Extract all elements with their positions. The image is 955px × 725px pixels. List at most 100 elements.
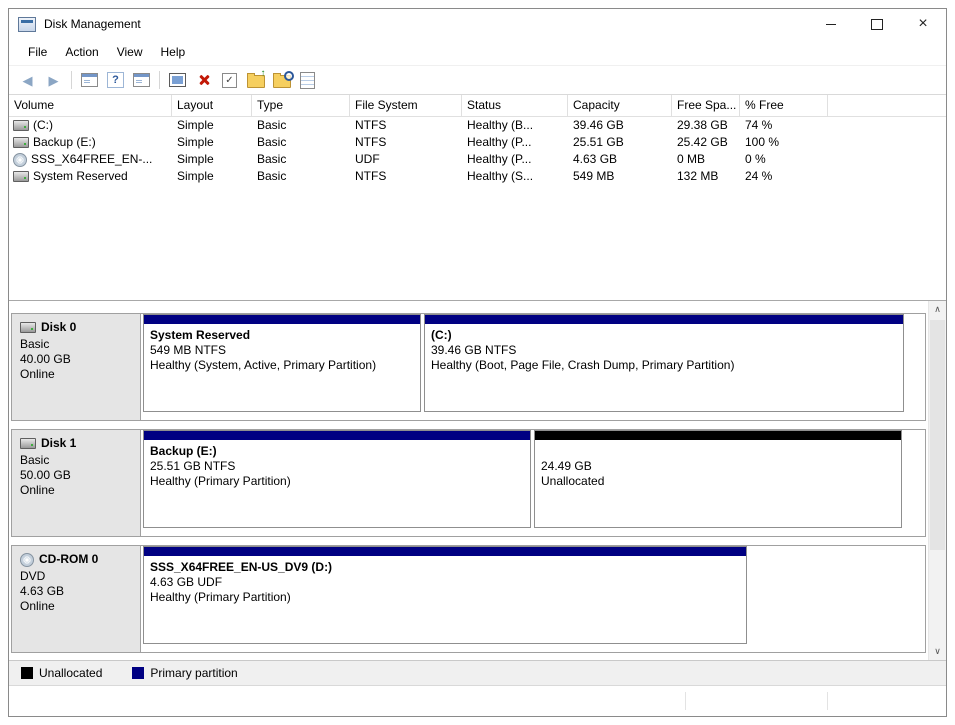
drive-icon: [13, 120, 29, 131]
delete-volume-icon: [198, 74, 210, 86]
column-header-filler: [828, 95, 946, 116]
disk-management-window: Disk Management × File Action View Help …: [8, 8, 947, 717]
volume-layout: Simple: [172, 151, 252, 168]
volume-status: Healthy (B...: [462, 117, 568, 134]
monitor-button[interactable]: [165, 68, 190, 92]
disk-0-info[interactable]: Disk 0 Basic 40.00 GB Online: [12, 314, 141, 420]
unallocated-label: Unallocated: [39, 666, 102, 680]
volume-file-system: UDF: [350, 151, 462, 168]
explore-folder-button[interactable]: [269, 68, 294, 92]
volume-name: Backup (E:): [33, 134, 96, 151]
volume-type: Basic: [252, 117, 350, 134]
forward-icon: ▶: [49, 74, 59, 87]
volume-file-system: NTFS: [350, 117, 462, 134]
action-pane-icon: [133, 73, 150, 87]
volume-status: Healthy (P...: [462, 151, 568, 168]
toolbar-separator: [71, 71, 72, 89]
disk-status: Online: [20, 367, 140, 382]
magnifier-icon: [284, 71, 294, 81]
primary-partition-bar: [144, 431, 530, 440]
partition-status: Unallocated: [541, 474, 895, 489]
drive-icon: [13, 137, 29, 148]
show-console-tree-button[interactable]: [77, 68, 102, 92]
statusbar-divider: [827, 692, 828, 710]
window-controls: ×: [808, 9, 946, 39]
column-header-file-system[interactable]: File System: [350, 95, 462, 116]
scroll-down-button[interactable]: ∨: [929, 643, 946, 660]
scrollbar-track[interactable]: [929, 318, 946, 643]
volume-row-backup[interactable]: Backup (E:) Simple Basic NTFS Healthy (P…: [9, 134, 946, 151]
volume-table-header: Volume Layout Type File System Status Ca…: [9, 95, 946, 117]
unallocated-space[interactable]: 24.49 GB Unallocated: [534, 430, 902, 528]
forward-button[interactable]: ▶: [41, 68, 66, 92]
properties-button[interactable]: [295, 68, 320, 92]
column-header-free-space[interactable]: Free Spa...: [672, 95, 740, 116]
column-header-type[interactable]: Type: [252, 95, 350, 116]
maximize-button[interactable]: [854, 9, 900, 39]
primary-partition-bar: [144, 315, 420, 324]
volume-file-system: NTFS: [350, 134, 462, 151]
volume-type: Basic: [252, 134, 350, 151]
volume-type: Basic: [252, 168, 350, 185]
partition-system-reserved[interactable]: System Reserved 549 MB NTFS Healthy (Sys…: [143, 314, 421, 412]
partition-name: Backup (E:): [150, 444, 524, 459]
partition-dvd-d[interactable]: SSS_X64FREE_EN-US_DV9 (D:) 4.63 GB UDF H…: [143, 546, 747, 644]
volume-status: Healthy (P...: [462, 134, 568, 151]
volume-free-space: 132 MB: [672, 168, 740, 185]
partition-backup-e[interactable]: Backup (E:) 25.51 GB NTFS Healthy (Prima…: [143, 430, 531, 528]
partition-name: [541, 444, 895, 459]
partition-c-drive[interactable]: (C:) 39.46 GB NTFS Healthy (Boot, Page F…: [424, 314, 904, 412]
close-button[interactable]: ×: [900, 9, 946, 39]
volume-row-dvd[interactable]: SSS_X64FREE_EN-... Simple Basic UDF Heal…: [9, 151, 946, 168]
scroll-up-button[interactable]: ∧: [929, 301, 946, 318]
primary-partition-bar: [144, 547, 746, 556]
menu-file[interactable]: File: [19, 41, 56, 63]
scrollbar-thumb[interactable]: [930, 320, 945, 550]
partition-name: (C:): [431, 328, 897, 343]
volume-list-pane: Volume Layout Type File System Status Ca…: [9, 95, 946, 301]
console-tree-icon: [81, 73, 98, 87]
volume-row-c[interactable]: (C:) Simple Basic NTFS Healthy (B... 39.…: [9, 117, 946, 134]
menu-action[interactable]: Action: [56, 41, 107, 63]
cdrom-0-info[interactable]: CD-ROM 0 DVD 4.63 GB Online: [12, 546, 141, 652]
volume-name: System Reserved: [33, 168, 128, 185]
disk-size: 50.00 GB: [20, 468, 140, 483]
graphical-view-pane: Disk 0 Basic 40.00 GB Online System Rese…: [9, 301, 946, 660]
statusbar-divider: [685, 692, 686, 710]
column-header-volume[interactable]: Volume: [9, 95, 172, 116]
volume-status: Healthy (S...: [462, 168, 568, 185]
primary-partition-swatch: [132, 667, 144, 679]
disk-type: Basic: [20, 337, 140, 352]
disk-size: 4.63 GB: [20, 584, 140, 599]
delete-volume-button[interactable]: [191, 68, 216, 92]
menubar: File Action View Help: [9, 39, 946, 66]
column-header-capacity[interactable]: Capacity: [568, 95, 672, 116]
disk-0-partitions: System Reserved 549 MB NTFS Healthy (Sys…: [141, 314, 925, 420]
volume-capacity: 39.46 GB: [568, 117, 672, 134]
back-button[interactable]: ◀: [15, 68, 40, 92]
disk-1-info[interactable]: Disk 1 Basic 50.00 GB Online: [12, 430, 141, 536]
menu-help[interactable]: Help: [152, 41, 195, 63]
graphical-view-scrollbar[interactable]: ∧ ∨: [928, 301, 946, 660]
help-icon: ?: [107, 72, 124, 88]
partition-status: Healthy (Primary Partition): [150, 590, 740, 605]
help-button[interactable]: ?: [103, 68, 128, 92]
disk-type: DVD: [20, 569, 140, 584]
volume-row-system-reserved[interactable]: System Reserved Simple Basic NTFS Health…: [9, 168, 946, 185]
show-action-pane-button[interactable]: [129, 68, 154, 92]
partition-size: 24.49 GB: [541, 459, 895, 474]
menu-view[interactable]: View: [108, 41, 152, 63]
volume-pct-free: 0 %: [740, 151, 828, 168]
column-header-status[interactable]: Status: [462, 95, 568, 116]
statusbar: [9, 685, 946, 716]
disk-row-0: Disk 0 Basic 40.00 GB Online System Rese…: [11, 313, 926, 421]
minimize-button[interactable]: [808, 9, 854, 39]
volume-free-space: 0 MB: [672, 151, 740, 168]
column-header-layout[interactable]: Layout: [172, 95, 252, 116]
disk-size: 40.00 GB: [20, 352, 140, 367]
mark-partition-active-button[interactable]: ✓: [217, 68, 242, 92]
disk-status: Online: [20, 599, 140, 614]
column-header-pct-free[interactable]: % Free: [740, 95, 828, 116]
cdrom-0-partitions: SSS_X64FREE_EN-US_DV9 (D:) 4.63 GB UDF H…: [141, 546, 925, 652]
open-folder-button[interactable]: ↑: [243, 68, 268, 92]
